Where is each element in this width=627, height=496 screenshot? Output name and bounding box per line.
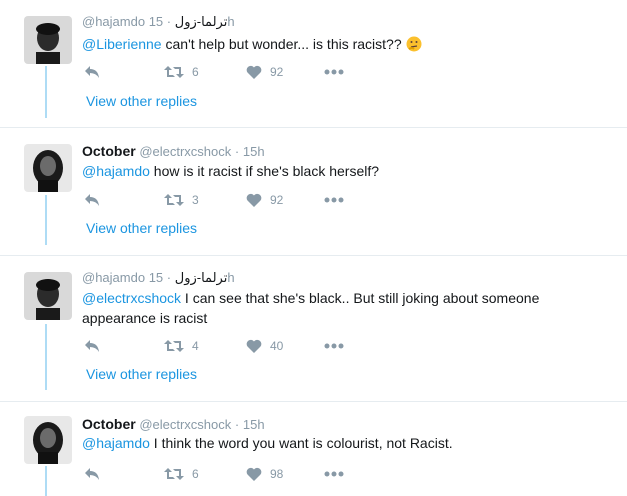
retweet-button[interactable]: 4 [164,337,199,355]
heart-icon [246,467,262,481]
retweet-button[interactable]: 3 [164,191,199,209]
separator: · [234,144,240,159]
view-other-replies-link[interactable]: View other replies [86,93,197,109]
reply-icon [85,340,99,352]
display-name[interactable]: @hajamdo [82,270,145,285]
like-count: 98 [270,467,284,481]
more-button[interactable] [324,465,344,483]
tweet-actions: 3 92 [82,191,382,209]
arabic-name[interactable]: ترلما-زول [175,270,228,285]
heart-icon [246,65,262,79]
reply-icon [85,468,99,480]
avatar[interactable] [24,144,72,192]
retweet-count: 4 [192,339,199,353]
heart-icon [246,193,262,207]
reply-icon [85,66,99,78]
view-other-replies-link[interactable]: View other replies [86,366,197,382]
avatar[interactable] [24,272,72,320]
retweet-icon [164,340,184,352]
more-icon [324,197,344,203]
retweet-count: 3 [192,193,199,207]
tweet[interactable]: @hajamdo ترلما-زول · 15h @electrxcshock … [0,256,627,402]
retweet-count: 6 [192,467,199,481]
more-button[interactable] [324,63,344,81]
like-count: 40 [270,339,284,353]
retweet-count: 6 [192,65,199,79]
like-count: 92 [270,65,284,79]
handle[interactable]: @electrxcshock [139,417,231,432]
display-name[interactable]: @hajamdo [82,14,145,29]
like-button[interactable]: 40 [246,337,283,355]
separator: · [166,270,172,285]
tweet-text: @hajamdo I think the word you want is co… [82,433,612,453]
more-icon [324,471,344,477]
tweet-body: I think the word you want is colourist, … [149,435,453,451]
timestamp[interactable]: 15h [243,144,265,159]
tweet-header: October @electrxcshock · 15h [82,143,265,159]
tweet-text: @hajamdo how is it racist if she's black… [82,161,612,181]
more-icon [324,343,344,349]
like-count: 92 [270,193,284,207]
tweet-body: can't help but wonder... is this racist?… [161,36,406,52]
avatar[interactable] [24,16,72,64]
mention-link[interactable]: @electrxcshock [82,290,181,306]
mention-link[interactable]: @Liberienne [82,36,162,52]
retweet-icon [164,194,184,206]
tweet-body: how is it racist if she's black herself? [149,163,380,179]
arabic-name[interactable]: ترلما-زول [175,14,228,29]
timestamp[interactable]: 15h [243,417,265,432]
tweet-header: @hajamdo ترلما-زول · 15h [82,14,235,30]
tweet[interactable]: October @electrxcshock · 15h @hajamdo I … [0,402,627,496]
mention-link[interactable]: @hajamdo [82,435,150,451]
retweet-button[interactable]: 6 [164,465,199,483]
tweet-actions: 6 92 [82,63,382,81]
retweet-icon [164,66,184,78]
reply-button[interactable] [84,63,100,81]
tweet-header: October @electrxcshock · 15h [82,416,265,432]
display-name[interactable]: October [82,143,136,159]
mention-link[interactable]: @hajamdo [82,163,150,179]
tweet-actions: 4 40 [82,337,382,355]
retweet-button[interactable]: 6 [164,63,199,81]
tweet[interactable]: October @electrxcshock · 15h @hajamdo ho… [0,128,627,256]
reply-button[interactable] [84,191,100,209]
handle[interactable]: @electrxcshock [139,144,231,159]
reply-button[interactable] [84,465,100,483]
tweet-header: @hajamdo ترلما-زول · 15h [82,270,235,286]
avatar[interactable] [24,416,72,464]
reply-icon [85,194,99,206]
heart-icon [246,339,262,353]
retweet-icon [164,468,184,480]
like-button[interactable]: 92 [246,63,283,81]
like-button[interactable]: 98 [246,465,283,483]
tweet[interactable]: @hajamdo ترلما-زول · 15h @Liberienne can… [0,0,627,128]
separator: · [166,14,172,29]
tweet-text: @Liberienne can't help but wonder... is … [82,34,612,57]
more-button[interactable] [324,337,344,355]
like-button[interactable]: 92 [246,191,283,209]
tweet-actions: 6 98 [82,465,382,483]
tweet-text: @electrxcshock I can see that she's blac… [82,288,612,328]
thinking-face-emoji [406,36,422,57]
more-icon [324,69,344,75]
view-other-replies-link[interactable]: View other replies [86,220,197,236]
display-name[interactable]: October [82,416,136,432]
more-button[interactable] [324,191,344,209]
reply-button[interactable] [84,337,100,355]
separator: · [234,417,240,432]
